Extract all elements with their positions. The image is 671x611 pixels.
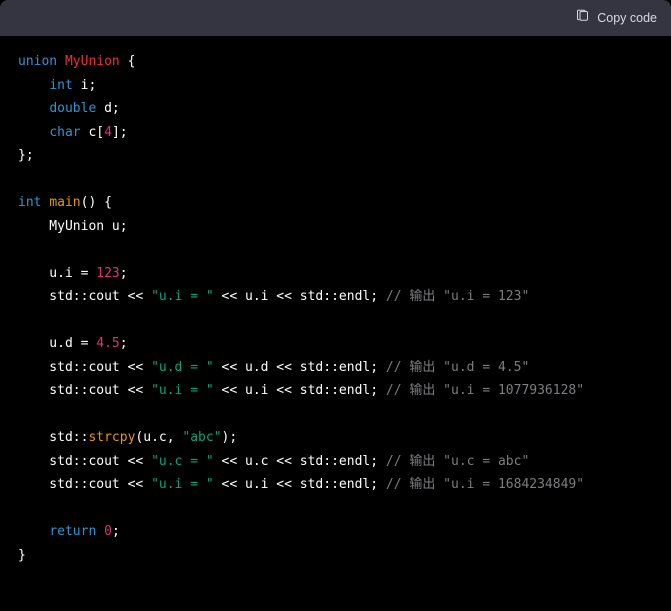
number: 123	[96, 266, 119, 281]
code-text: std::cout <<	[18, 454, 151, 469]
code-text: << u.d << std::endl;	[214, 360, 386, 375]
code-text: };	[18, 148, 34, 163]
code-text: << u.c << std::endl;	[214, 454, 386, 469]
code-text: i;	[73, 78, 96, 93]
code-text: MyUnion u;	[18, 219, 128, 234]
copy-code-button[interactable]: Copy code	[575, 9, 657, 27]
number: 0	[104, 524, 112, 539]
code-text: c[	[81, 125, 104, 140]
function-name: strcpy	[88, 430, 135, 445]
code-content: union MyUnion { int i; double d; char c[…	[18, 50, 653, 567]
code-block-container: Copy code union MyUnion { int i; double …	[0, 0, 671, 611]
code-text	[96, 524, 104, 539]
keyword: int	[49, 78, 72, 93]
code-text: std::cout <<	[18, 477, 151, 492]
code-text: () {	[81, 195, 112, 210]
code-text: }	[18, 548, 26, 563]
comment: // 输出 "u.i = 1684234849"	[386, 477, 584, 492]
number: 4.5	[96, 336, 119, 351]
code-text: std::cout <<	[18, 360, 151, 375]
keyword: union	[18, 54, 57, 69]
code-text: u.d =	[18, 336, 96, 351]
code-text: ];	[112, 125, 128, 140]
code-text: {	[120, 54, 136, 69]
code-area: union MyUnion { int i; double d; char c[…	[0, 36, 671, 611]
keyword: double	[49, 101, 96, 116]
clipboard-icon	[575, 9, 590, 27]
keyword: return	[49, 524, 96, 539]
code-text: std::cout <<	[18, 383, 151, 398]
string: "u.i = "	[151, 383, 214, 398]
code-text: ;	[120, 266, 128, 281]
keyword: char	[49, 125, 80, 140]
code-text: ;	[112, 524, 120, 539]
string: "u.i = "	[151, 289, 214, 304]
comment: // 输出 "u.d = 4.5"	[386, 360, 529, 375]
comment: // 输出 "u.i = 1077936128"	[386, 383, 584, 398]
code-text: std::cout <<	[18, 289, 151, 304]
function-name: main	[49, 195, 80, 210]
code-text: ;	[120, 336, 128, 351]
comment: // 输出 "u.i = 123"	[386, 289, 529, 304]
string: "u.c = "	[151, 454, 214, 469]
code-text: std::	[18, 430, 88, 445]
copy-code-label: Copy code	[597, 11, 657, 25]
code-text: d;	[96, 101, 119, 116]
comment: // 输出 "u.c = abc"	[386, 454, 529, 469]
number: 4	[104, 125, 112, 140]
keyword: int	[18, 195, 41, 210]
string: "abc"	[182, 430, 221, 445]
string: "u.d = "	[151, 360, 214, 375]
code-text: u.i =	[18, 266, 96, 281]
class-name: MyUnion	[65, 54, 120, 69]
code-text: << u.i << std::endl;	[214, 289, 386, 304]
code-text: << u.i << std::endl;	[214, 383, 386, 398]
code-text: << u.i << std::endl;	[214, 477, 386, 492]
code-text: (u.c,	[135, 430, 182, 445]
code-header: Copy code	[0, 0, 671, 36]
code-text: );	[222, 430, 238, 445]
string: "u.i = "	[151, 477, 214, 492]
